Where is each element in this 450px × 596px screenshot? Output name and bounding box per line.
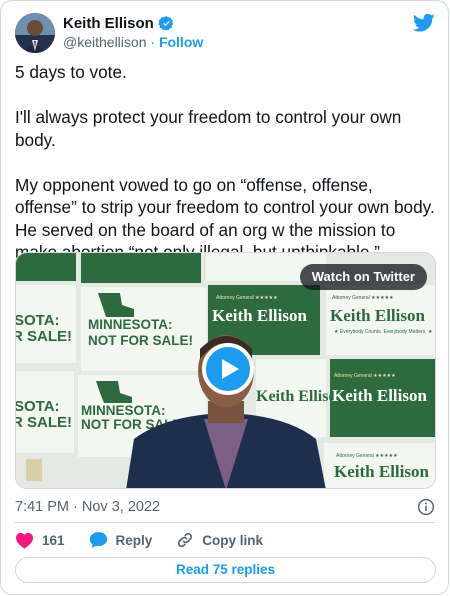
- tweet-actions: 161 Reply Copy link: [15, 529, 287, 551]
- video-media[interactable]: SOTA: R SALE! MINNESOTA: NOT FOR SALE! S…: [15, 252, 436, 489]
- follow-button[interactable]: Follow: [159, 34, 203, 50]
- twitter-bird-icon[interactable]: [413, 13, 435, 33]
- reply-label: Reply: [115, 532, 153, 548]
- heart-icon: [16, 532, 33, 549]
- handle-row: @keithellison · Follow: [63, 34, 203, 50]
- info-icon[interactable]: [417, 498, 435, 516]
- sign-mn-partial-2b: R SALE!: [16, 414, 72, 431]
- avatar[interactable]: [15, 13, 55, 53]
- play-button[interactable]: [202, 343, 254, 395]
- link-icon: [178, 532, 193, 548]
- sign-ke-1-top: Attorney General ★★★★★: [216, 295, 278, 301]
- sign-ke-4-top: Attorney General ★★★★★: [334, 373, 396, 379]
- sign-mn-partial-1b: R SALE!: [16, 328, 72, 345]
- sign-ke-5-name: Keith Ellison: [334, 462, 429, 481]
- verified-badge-icon: [158, 15, 175, 32]
- author-handle[interactable]: @keithellison: [63, 34, 146, 50]
- sign-ke-4-name: Keith Ellison: [332, 386, 427, 405]
- author-name[interactable]: Keith Ellison: [63, 15, 154, 32]
- tweet-header: Keith Ellison @keithellison · Follow: [15, 13, 435, 53]
- tweet-timestamp[interactable]: 7:41 PM · Nov 3, 2022: [15, 499, 160, 515]
- sign-mn-1b: NOT FOR SALE!: [88, 333, 193, 348]
- like-button[interactable]: 161: [15, 532, 65, 549]
- sign-mn-2a: MINNESOTA:: [81, 403, 166, 418]
- sign-ke-1-name: Keith Ellison: [212, 306, 307, 325]
- reply-button[interactable]: Reply: [89, 531, 153, 549]
- tweet-card: Keith Ellison @keithellison · Follow 5 d…: [0, 0, 449, 595]
- sign-ke-2-name: Keith Ellison: [330, 306, 425, 325]
- sign-ke-2-sub: ★ Everybody Counts. Everybody Matters. ★: [334, 329, 433, 335]
- handle-separator: ·: [150, 34, 156, 50]
- sign-mn-partial-2a: SOTA:: [16, 398, 60, 415]
- timestamp-row: 7:41 PM · Nov 3, 2022: [15, 498, 435, 518]
- read-replies-button[interactable]: Read 75 replies: [15, 557, 436, 583]
- divider: [15, 522, 435, 523]
- sign-mn-partial-1a: SOTA:: [16, 312, 60, 329]
- author-name-row: Keith Ellison: [63, 15, 175, 32]
- like-count: 161: [42, 532, 65, 548]
- sign-mn-1a: MINNESOTA:: [88, 317, 173, 332]
- copy-link-button[interactable]: Copy link: [176, 531, 263, 549]
- sign-ke-5-top: Attorney General ★★★★★: [336, 453, 398, 459]
- sign-ke-2-top: Attorney General ★★★★★: [332, 295, 394, 301]
- watch-on-twitter-button[interactable]: Watch on Twitter: [299, 264, 427, 290]
- tweet-text: 5 days to vote. I'll always protect your…: [15, 62, 435, 262]
- play-icon: [222, 359, 239, 379]
- copy-link-label: Copy link: [202, 532, 264, 548]
- reply-bubble-icon: [89, 532, 107, 548]
